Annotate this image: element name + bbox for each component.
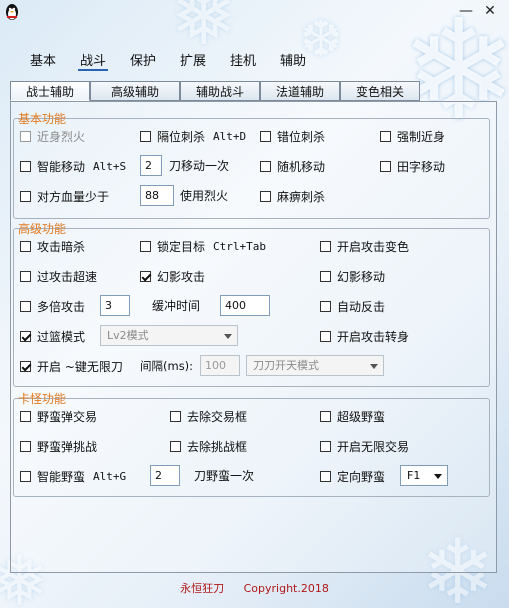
smart-barbarian-suffix: 刀野蛮一次 <box>194 469 255 483</box>
interval-input[interactable]: 100 <box>200 355 240 376</box>
smart-move-count-input[interactable]: 2 <box>140 155 162 176</box>
checkbox-box <box>20 190 31 202</box>
tab-afk[interactable]: 挂机 <box>230 50 256 69</box>
checkbox-box <box>20 270 31 282</box>
group-title-basic: 基本功能 <box>18 112 67 126</box>
checkbox-box <box>140 130 151 142</box>
close-fire-checkbox[interactable]: 近身烈火 <box>20 128 85 144</box>
attack-turn-checkbox[interactable]: 开启攻击转身 <box>320 328 409 344</box>
checkbox-box <box>260 190 271 202</box>
close-button[interactable]: ✕ <box>478 1 502 21</box>
remove-challenge-box-checkbox[interactable]: 去除挑战框 <box>170 438 247 454</box>
interval-label: 间隔(ms): <box>140 359 194 373</box>
barbarian-challenge-checkbox[interactable]: 野蛮弹挑战 <box>20 438 97 454</box>
attack-color-checkbox[interactable]: 开启攻击变色 <box>320 238 409 254</box>
checkbox-box <box>320 410 331 422</box>
checkbox-box <box>140 240 151 252</box>
enemy-hp-suffix: 使用烈火 <box>180 189 229 203</box>
chevron-down-icon <box>224 334 232 339</box>
checkbox-box <box>20 360 31 372</box>
tab-extend[interactable]: 扩展 <box>180 50 206 69</box>
checkbox-box <box>320 440 331 452</box>
checkbox-box <box>320 470 331 482</box>
footer: 永恒狂刀 Copyright.2018 <box>0 580 509 596</box>
checkbox-box <box>380 130 391 142</box>
subtab-warrior-assist[interactable]: 战士辅助 <box>10 81 90 101</box>
infinite-blade-checkbox[interactable]: 开启 ~键无限刀 <box>20 358 123 374</box>
force-close-checkbox[interactable]: 强制近身 <box>380 128 445 144</box>
checkbox-box <box>140 270 151 282</box>
subtab-advanced-assist[interactable]: 高级辅助 <box>90 81 180 101</box>
checkbox-box <box>20 440 31 452</box>
footer-copyright: Copyright.2018 <box>243 582 329 595</box>
offset-stab-checkbox[interactable]: 错位刺杀 <box>260 128 325 144</box>
checkbox-box <box>380 160 391 172</box>
smart-barbarian-checkbox[interactable]: 智能野蛮 Alt+G <box>20 468 126 484</box>
multi-attack-input[interactable]: 3 <box>100 295 130 316</box>
checkbox-box <box>170 410 181 422</box>
app-window: ❄ ❅ ❆ ❄ ❅ — ✕ 基本 战斗 保护 扩展 挂机 辅助 战士辅助 高级辅… <box>0 0 509 608</box>
checkbox-box <box>170 440 181 452</box>
super-barbarian-checkbox[interactable]: 超级野蛮 <box>320 408 385 424</box>
group-title-stuck: 卡怪功能 <box>18 392 67 406</box>
checkbox-box <box>20 470 31 482</box>
checkbox-box <box>20 160 31 172</box>
lock-target-checkbox[interactable]: 锁定目标 Ctrl+Tab <box>140 238 266 254</box>
checkbox-box <box>260 130 271 142</box>
tab-protect[interactable]: 保护 <box>130 50 156 69</box>
basket-mode-select[interactable]: Lv2模式 <box>100 325 238 346</box>
remove-trade-box-checkbox[interactable]: 去除交易框 <box>170 408 247 424</box>
minimize-button[interactable]: — <box>454 1 478 21</box>
enemy-hp-input[interactable]: 88 <box>140 185 174 206</box>
phantom-attack-checkbox[interactable]: 幻影攻击 <box>140 268 205 284</box>
checkbox-box <box>20 240 31 252</box>
group-title-advanced: 高级功能 <box>18 222 67 236</box>
smart-barbarian-input[interactable]: 2 <box>150 465 180 486</box>
checkbox-box <box>20 410 31 422</box>
checkbox-box <box>320 330 331 342</box>
over-speed-checkbox[interactable]: 过攻击超速 <box>20 268 97 284</box>
gap-stab-checkbox[interactable]: 隔位刺杀 Alt+D <box>140 128 246 144</box>
checkbox-box <box>320 240 331 252</box>
basket-mode-checkbox[interactable]: 过篮模式 <box>20 328 85 344</box>
multi-attack-checkbox[interactable]: 多倍攻击 <box>20 298 85 314</box>
smart-move-suffix: 刀移动一次 <box>169 159 230 173</box>
infinite-trade-checkbox[interactable]: 开启无限交易 <box>320 438 409 454</box>
chevron-down-icon <box>434 474 442 479</box>
checkbox-box <box>20 300 31 312</box>
tian-move-checkbox[interactable]: 田字移动 <box>380 158 445 174</box>
directional-key-select[interactable]: F1 <box>400 465 448 486</box>
tab-combat[interactable]: 战斗 <box>77 50 109 71</box>
chevron-down-icon <box>370 364 378 369</box>
random-move-checkbox[interactable]: 随机移动 <box>260 158 325 174</box>
paralyze-stab-checkbox[interactable]: 麻痹刺杀 <box>260 188 325 204</box>
subtab-combat-assist[interactable]: 辅助战斗 <box>180 81 260 101</box>
checkbox-box <box>20 330 31 342</box>
penguin-icon <box>6 4 18 20</box>
subtab-color-related[interactable]: 变色相关 <box>340 81 420 101</box>
directional-barbarian-checkbox[interactable]: 定向野蛮 <box>320 468 385 484</box>
auto-counter-checkbox[interactable]: 自动反击 <box>320 298 385 314</box>
checkbox-box <box>320 300 331 312</box>
footer-app-name: 永恒狂刀 <box>180 582 225 595</box>
checkbox-box <box>20 130 31 142</box>
smart-move-checkbox[interactable]: 智能移动 Alt+S <box>20 158 126 174</box>
phantom-move-checkbox[interactable]: 幻影移动 <box>320 268 385 284</box>
subtab-mage-assist[interactable]: 法道辅助 <box>260 81 340 101</box>
title-bar: — ✕ <box>0 0 509 24</box>
buffer-time-input[interactable]: 400 <box>220 295 270 316</box>
checkbox-box <box>260 160 271 172</box>
tab-assist[interactable]: 辅助 <box>280 50 306 69</box>
checkbox-box <box>320 270 331 282</box>
enemy-hp-checkbox[interactable]: 对方血量少于 <box>20 188 109 204</box>
attack-assassinate-checkbox[interactable]: 攻击暗杀 <box>20 238 85 254</box>
barbarian-trade-checkbox[interactable]: 野蛮弹交易 <box>20 408 97 424</box>
blade-mode-select[interactable]: 刀刀开天模式 <box>246 355 384 376</box>
tab-basic[interactable]: 基本 <box>30 50 56 69</box>
buffer-time-label: 缓冲时间 <box>152 299 201 313</box>
